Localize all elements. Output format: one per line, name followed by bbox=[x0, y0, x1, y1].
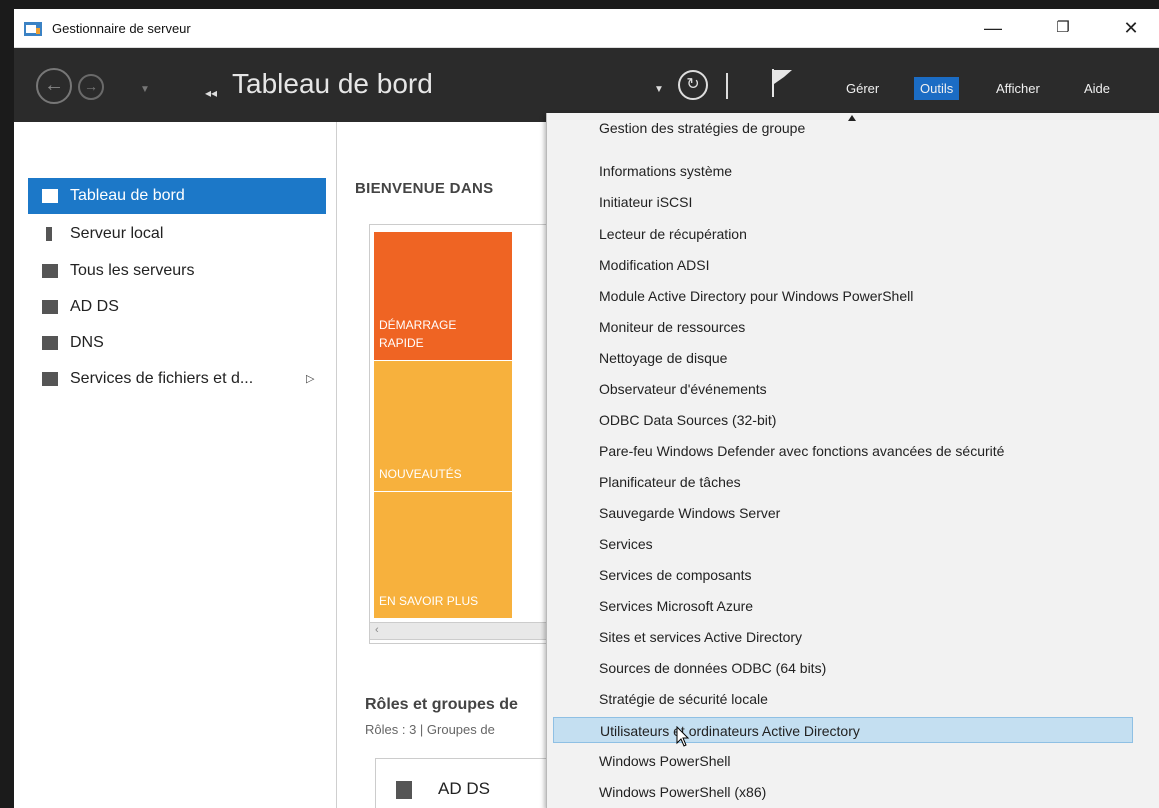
menu-afficher[interactable]: Afficher bbox=[990, 77, 1046, 100]
menu-gerer[interactable]: Gérer bbox=[840, 77, 885, 100]
arrow-right-icon: → bbox=[84, 78, 98, 94]
outils-menu-item[interactable]: Windows PowerShell bbox=[553, 748, 1133, 774]
sidebar-item-label: Services de fichiers et d... bbox=[70, 370, 254, 387]
tile-en-savoir-plus[interactable]: EN SAVOIR PLUS bbox=[374, 492, 512, 618]
menu-outils[interactable]: Outils bbox=[914, 77, 960, 100]
outils-menu-item[interactable]: Lecteur de récupération bbox=[553, 221, 1133, 247]
history-dropdown-icon[interactable]: ▼ bbox=[140, 84, 150, 95]
scroll-up-arrow-icon[interactable] bbox=[848, 115, 856, 121]
roles-summary: Rôles : 3 | Groupes de bbox=[365, 722, 495, 737]
outils-menu-item[interactable]: Stratégie de sécurité locale bbox=[553, 686, 1133, 712]
adds-icon bbox=[396, 781, 412, 799]
server-manager-app-icon bbox=[24, 22, 42, 36]
sidebar: Tableau de bord Serveur local Tous les s… bbox=[14, 122, 337, 808]
outils-dropdown-menu: Gestion des stratégies de groupe Informat… bbox=[546, 113, 1159, 808]
outils-menu-item[interactable]: Services Microsoft Azure bbox=[553, 593, 1133, 619]
scroll-left-icon[interactable]: ‹ bbox=[375, 624, 379, 636]
sidebar-item-ad-ds[interactable]: AD DS bbox=[28, 289, 326, 325]
restore-button[interactable]: ❐ bbox=[1040, 15, 1086, 41]
role-card-label: AD DS bbox=[438, 779, 490, 798]
breadcrumb-dropdown-icon[interactable]: ▼ bbox=[654, 84, 664, 95]
sidebar-item-tous-les-serveurs[interactable]: Tous les serveurs bbox=[28, 253, 326, 289]
refresh-icon: ↻ bbox=[686, 76, 700, 93]
sidebar-item-label: Tableau de bord bbox=[70, 187, 185, 204]
tile-label: DÉMARRAGE RAPIDE bbox=[379, 318, 457, 350]
sidebar-item-label: Serveur local bbox=[70, 225, 164, 242]
breadcrumb: Tableau de bord bbox=[232, 68, 433, 99]
outils-menu-item[interactable]: Planificateur de tâches bbox=[553, 469, 1133, 495]
refresh-button[interactable]: ↻ bbox=[678, 70, 708, 100]
forward-button[interactable]: → bbox=[78, 74, 104, 100]
minimize-button[interactable]: — bbox=[970, 15, 1016, 41]
file-services-icon bbox=[42, 372, 58, 386]
sidebar-item-dns[interactable]: DNS bbox=[28, 325, 326, 361]
roles-section-title: Rôles et groupes de bbox=[365, 696, 518, 713]
outils-menu-item[interactable]: Services bbox=[553, 531, 1133, 557]
mouse-cursor-icon bbox=[676, 726, 690, 747]
title-bar: Gestionnaire de serveur — ❐ ✕ bbox=[14, 9, 1159, 48]
outils-menu-item[interactable]: Gestion des stratégies de groupe bbox=[553, 123, 1133, 137]
servers-icon bbox=[42, 264, 58, 278]
tile-nouveautes[interactable]: NOUVEAUTÉS bbox=[374, 361, 512, 491]
outils-menu-item[interactable]: Moniteur de ressources bbox=[553, 314, 1133, 340]
server-icon bbox=[46, 227, 52, 241]
outils-menu-item[interactable]: Modification ADSI bbox=[553, 252, 1133, 278]
outils-menu-item[interactable]: Pare-feu Windows Defender avec fonctions… bbox=[553, 438, 1133, 464]
outils-menu-item[interactable]: Sauvegarde Windows Server bbox=[553, 500, 1133, 526]
welcome-heading: BIENVENUE DANS bbox=[355, 180, 494, 197]
sidebar-item-serveur-local[interactable]: Serveur local bbox=[28, 216, 326, 252]
window-title: Gestionnaire de serveur bbox=[52, 21, 191, 36]
tile-label: NOUVEAUTÉS bbox=[379, 467, 462, 481]
sidebar-item-label: DNS bbox=[70, 334, 104, 351]
expand-caret-icon[interactable]: ▷ bbox=[306, 361, 314, 397]
outils-menu-item[interactable]: Windows PowerShell (x86) bbox=[553, 779, 1133, 805]
outils-menu-item[interactable]: ODBC Data Sources (32-bit) bbox=[553, 407, 1133, 433]
horizontal-scrollbar[interactable]: ‹ bbox=[369, 622, 571, 640]
close-button[interactable]: ✕ bbox=[1108, 15, 1154, 41]
toolbar-separator bbox=[726, 73, 728, 99]
back-button[interactable]: ← bbox=[36, 68, 72, 104]
outils-menu-item[interactable]: Utilisateurs et ordinateurs Active Direc… bbox=[553, 717, 1133, 743]
dns-icon bbox=[42, 336, 58, 350]
arrow-left-icon: ← bbox=[44, 74, 64, 96]
dashboard-icon bbox=[42, 189, 58, 203]
outils-menu-item[interactable]: Services de composants bbox=[553, 562, 1133, 588]
sidebar-item-tableau-de-bord[interactable]: Tableau de bord bbox=[28, 178, 326, 214]
toolbar: ← → ▼ ◂◂ Tableau de bord ▼ ↻ Gérer Outil… bbox=[14, 48, 1159, 122]
outils-menu-item[interactable]: Informations système bbox=[553, 158, 1133, 184]
tile-demarrage-rapide[interactable]: DÉMARRAGE RAPIDE bbox=[374, 232, 512, 360]
sidebar-item-label: Tous les serveurs bbox=[70, 262, 195, 279]
sidebar-item-services-de-fichiers[interactable]: Services de fichiers et d... ▷ bbox=[28, 361, 326, 397]
outils-menu-item[interactable]: Initiateur iSCSI bbox=[553, 189, 1133, 215]
outils-menu-item[interactable]: Observateur d'événements bbox=[553, 376, 1133, 402]
sidebar-item-label: AD DS bbox=[70, 298, 119, 315]
outils-menu-item[interactable]: Nettoyage de disque bbox=[553, 345, 1133, 371]
tile-label: EN SAVOIR PLUS bbox=[379, 594, 479, 608]
outils-menu-item[interactable]: Sources de données ODBC (64 bits) bbox=[553, 655, 1133, 681]
menu-aide[interactable]: Aide bbox=[1078, 77, 1116, 100]
outils-menu-item[interactable]: Module Active Directory pour Windows Pow… bbox=[553, 283, 1133, 309]
outils-menu-item[interactable]: Sites et services Active Directory bbox=[553, 624, 1133, 650]
adds-icon bbox=[42, 300, 58, 314]
notifications-flag-icon[interactable] bbox=[770, 68, 794, 98]
breadcrumb-arrows-icon: ◂◂ bbox=[205, 86, 218, 100]
